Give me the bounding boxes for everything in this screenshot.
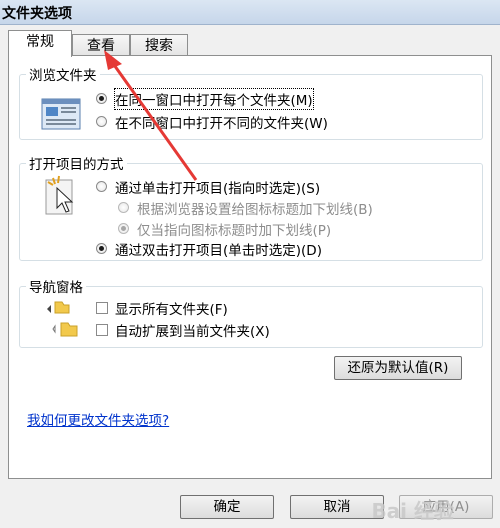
ok-button[interactable]: 确定: [180, 495, 274, 519]
cancel-button[interactable]: 取消: [290, 495, 384, 519]
watermark: Bai 经验: [371, 499, 454, 523]
annotation-arrow-icon: [104, 50, 198, 181]
tab-general[interactable]: 常规: [8, 30, 72, 57]
